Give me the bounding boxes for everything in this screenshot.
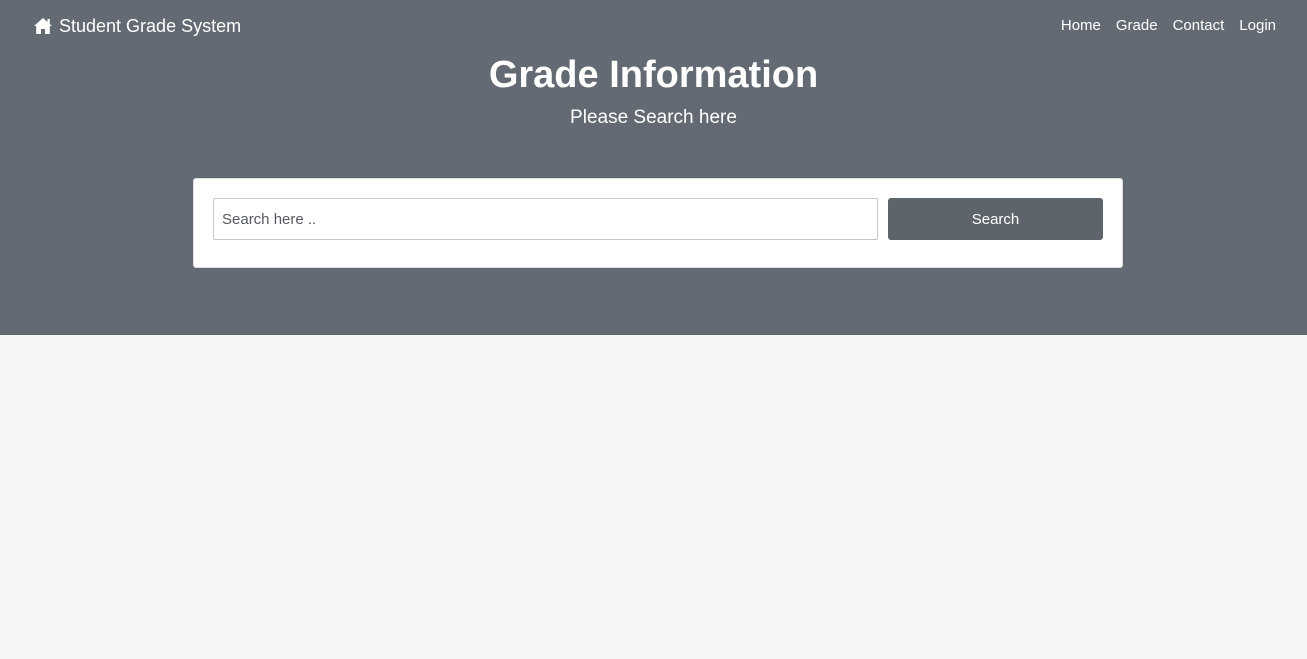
page-title: Grade Information xyxy=(488,54,819,96)
nav-link-contact[interactable]: Contact xyxy=(1165,16,1232,36)
nav-link-login[interactable]: Login xyxy=(1232,16,1276,36)
hero-section: Student Grade System Home Grade Contact … xyxy=(0,0,1307,335)
search-button[interactable]: Search xyxy=(888,198,1103,240)
page-subtitle: Please Search here xyxy=(570,107,737,128)
brand-link[interactable]: Student Grade System xyxy=(33,14,241,38)
search-input[interactable] xyxy=(213,198,878,240)
results-area xyxy=(0,335,1307,659)
nav-links: Home Grade Contact Login xyxy=(1053,16,1276,36)
search-card: Search xyxy=(193,178,1123,268)
home-icon xyxy=(33,17,53,35)
nav-link-home[interactable]: Home xyxy=(1053,16,1108,36)
navbar: Student Grade System Home Grade Contact … xyxy=(0,0,1307,52)
brand-label: Student Grade System xyxy=(59,16,242,36)
nav-link-grade[interactable]: Grade xyxy=(1108,16,1165,36)
